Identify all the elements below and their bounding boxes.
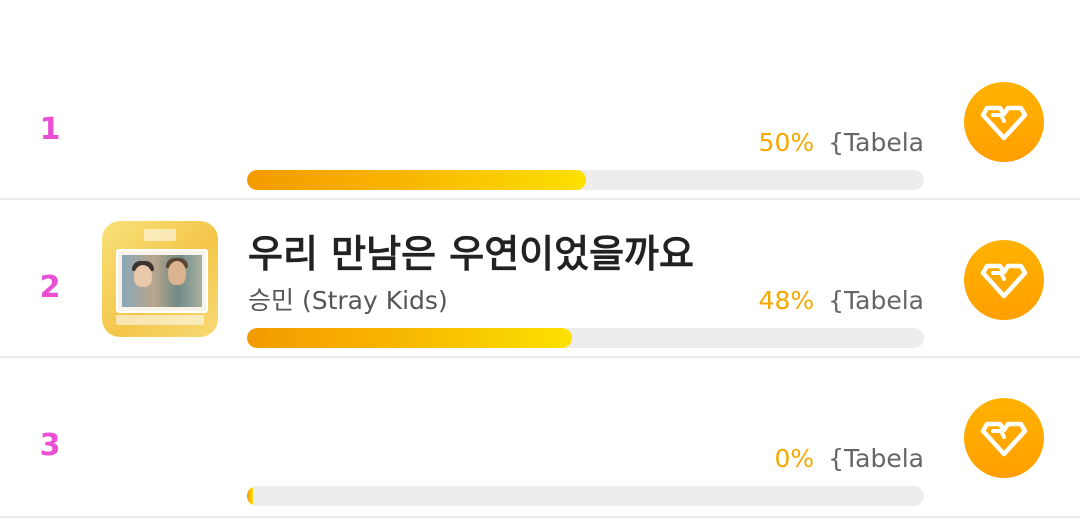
rank-number: 3 xyxy=(39,428,61,463)
heart-diamond-icon xyxy=(980,105,1028,141)
chart-row-3: 3 0% {Tabela xyxy=(0,358,1080,516)
percent-label: 48% xyxy=(758,286,815,315)
vote-stat: 48% {Tabela xyxy=(759,284,924,318)
rank-number: 1 xyxy=(39,112,61,147)
heart-diamond-icon xyxy=(980,421,1028,457)
chart-row-1: 1 50% {Tabela xyxy=(0,42,1080,200)
progress-fill xyxy=(247,328,572,348)
chart-row-2: 2 우리 만남은 우연이었을까요 승민 (Stray Kids) 48% {Tab… xyxy=(0,200,1080,358)
progress-track xyxy=(247,328,924,348)
cover-caption xyxy=(116,315,204,325)
vote-stat: 50% {Tabela xyxy=(759,126,924,160)
vote-button[interactable] xyxy=(964,240,1044,320)
rank-number: 2 xyxy=(39,270,61,305)
percent-label: 0% xyxy=(774,444,815,473)
song-title: 우리 만남은 우연이었을까요 xyxy=(248,232,694,276)
vote-button[interactable] xyxy=(964,398,1044,478)
album-cover xyxy=(102,221,218,337)
tabela-label: {Tabela xyxy=(828,128,924,157)
percent-label: 50% xyxy=(758,128,815,157)
artist-name: 승민 (Stray Kids) xyxy=(248,286,448,315)
tabela-label: {Tabela xyxy=(828,444,924,473)
progress-fill xyxy=(247,170,586,190)
cover-photo-frame xyxy=(116,249,208,313)
vote-button[interactable] xyxy=(964,82,1044,162)
progress-track xyxy=(247,170,924,190)
tabela-label: {Tabela xyxy=(828,286,924,315)
cover-photo xyxy=(122,255,202,307)
heart-diamond-icon xyxy=(980,263,1028,299)
chart-list: 1 50% {Tabela 2 우리 만남은 우연이었을까요 승민 (Stray… xyxy=(0,0,1080,519)
divider xyxy=(0,516,1080,518)
cover-caption xyxy=(144,229,176,241)
vote-stat: 0% {Tabela xyxy=(774,442,924,476)
progress-fill xyxy=(247,486,253,506)
progress-track xyxy=(247,486,924,506)
